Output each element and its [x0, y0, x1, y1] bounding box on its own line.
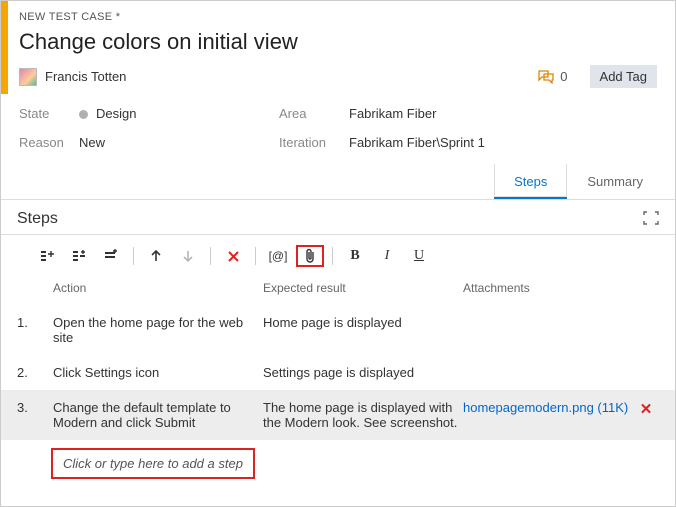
steps-toolbar: [@] B I U	[1, 235, 675, 275]
create-shared-step-icon[interactable]	[97, 245, 125, 267]
step-row[interactable]: 1. Open the home page for the web site H…	[1, 305, 675, 355]
step-action[interactable]: Change the default template to Modern an…	[53, 400, 263, 430]
assignee-name[interactable]: Francis Totten	[45, 69, 126, 84]
move-down-icon[interactable]	[174, 245, 202, 267]
fullscreen-icon[interactable]	[643, 211, 659, 228]
state-dot-icon	[79, 110, 88, 119]
italic-icon[interactable]: I	[373, 245, 401, 267]
reason-value[interactable]: New	[79, 135, 279, 150]
add-tag-button[interactable]: Add Tag	[590, 65, 657, 88]
avatar[interactable]	[19, 68, 37, 86]
step-row[interactable]: 2. Click Settings icon Settings page is …	[1, 355, 675, 390]
insert-step-icon[interactable]	[33, 245, 61, 267]
step-action[interactable]: Click Settings icon	[53, 365, 263, 380]
remove-attachment-icon[interactable]: ✕	[633, 400, 659, 418]
delete-step-icon[interactable]	[219, 245, 247, 267]
state-value[interactable]: Design	[79, 106, 279, 121]
iteration-label: Iteration	[279, 135, 349, 150]
underline-icon[interactable]: U	[405, 245, 433, 267]
comments-count[interactable]: 0	[538, 69, 567, 84]
step-row[interactable]: 3. Change the default template to Modern…	[1, 390, 675, 440]
page-title: Change colors on initial view	[19, 29, 657, 55]
col-expected: Expected result	[263, 281, 463, 295]
area-value[interactable]: Fabrikam Fiber	[349, 106, 657, 121]
insert-parameter-icon[interactable]: [@]	[264, 245, 292, 267]
discussion-icon	[538, 70, 554, 84]
step-expected[interactable]: Home page is displayed	[263, 315, 463, 330]
col-action: Action	[53, 281, 263, 295]
area-label: Area	[279, 106, 349, 121]
breadcrumb: NEW TEST CASE *	[19, 11, 657, 23]
iteration-value[interactable]: Fabrikam Fiber\Sprint 1	[349, 135, 657, 150]
step-expected[interactable]: Settings page is displayed	[263, 365, 463, 380]
bold-icon[interactable]: B	[341, 245, 369, 267]
add-attachment-icon[interactable]	[296, 245, 324, 267]
step-action[interactable]: Open the home page for the web site	[53, 315, 263, 345]
attachment-link[interactable]: homepagemodern.png (11K)	[463, 400, 633, 415]
state-label: State	[19, 106, 79, 121]
step-expected[interactable]: The home page is displayed with the Mode…	[263, 400, 463, 430]
insert-shared-step-icon[interactable]	[65, 245, 93, 267]
tab-summary[interactable]: Summary	[567, 164, 663, 199]
tab-steps[interactable]: Steps	[494, 164, 567, 199]
reason-label: Reason	[19, 135, 79, 150]
move-up-icon[interactable]	[142, 245, 170, 267]
col-attachments: Attachments	[463, 281, 659, 295]
section-title: Steps	[17, 210, 58, 228]
add-step-input[interactable]: Click or type here to add a step	[51, 448, 255, 479]
